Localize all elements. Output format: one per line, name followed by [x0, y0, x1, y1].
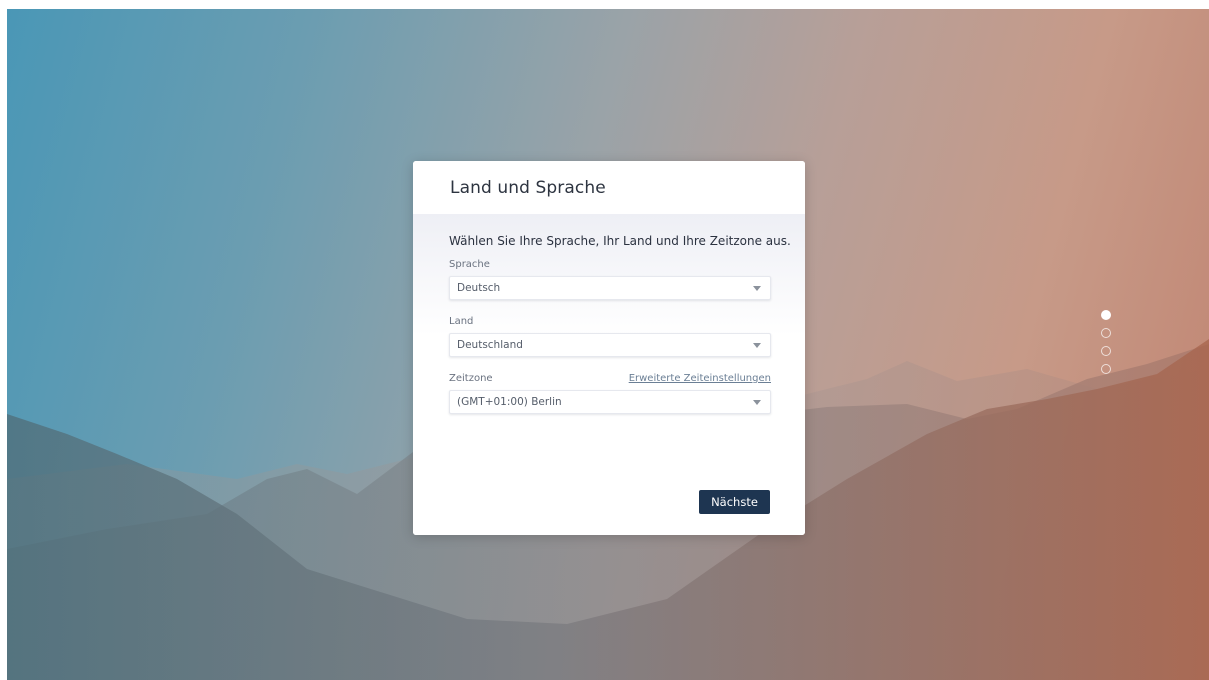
step-dot-4	[1101, 364, 1111, 374]
setup-screen: Land und Sprache Wählen Sie Ihre Sprache…	[7, 9, 1209, 680]
step-dot-1	[1101, 310, 1111, 320]
timezone-label: Zeitzone	[449, 373, 493, 384]
chevron-down-icon	[753, 343, 761, 348]
intro-text: Wählen Sie Ihre Sprache, Ihr Land und Ih…	[449, 234, 791, 248]
setup-dialog: Land und Sprache Wählen Sie Ihre Sprache…	[413, 161, 805, 535]
timezone-select[interactable]: (GMT+01:00) Berlin	[449, 390, 771, 414]
language-select[interactable]: Deutsch	[449, 276, 771, 300]
chevron-down-icon	[753, 400, 761, 405]
country-select-value: Deutschland	[457, 339, 523, 351]
dialog-title: Land und Sprache	[450, 177, 606, 198]
step-indicator	[1101, 310, 1113, 382]
country-label: Land	[449, 316, 474, 327]
dialog-header: Land und Sprache	[413, 161, 805, 214]
timezone-select-value: (GMT+01:00) Berlin	[457, 396, 562, 408]
timezone-field: Zeitzone Erweiterte Zeiteinstellungen (G…	[449, 373, 771, 414]
advanced-time-settings-link[interactable]: Erweiterte Zeiteinstellungen	[629, 373, 771, 384]
dialog-body: Wählen Sie Ihre Sprache, Ihr Land und Ih…	[413, 214, 805, 535]
next-button[interactable]: Nächste	[699, 490, 770, 514]
chevron-down-icon	[753, 286, 761, 291]
timezone-label-row: Zeitzone Erweiterte Zeiteinstellungen	[449, 373, 771, 384]
step-dot-3	[1101, 346, 1111, 356]
language-field: Sprache Deutsch	[449, 259, 771, 300]
country-field: Land Deutschland	[449, 316, 771, 357]
country-select[interactable]: Deutschland	[449, 333, 771, 357]
step-dot-2	[1101, 328, 1111, 338]
language-select-value: Deutsch	[457, 282, 501, 294]
language-label: Sprache	[449, 259, 490, 270]
